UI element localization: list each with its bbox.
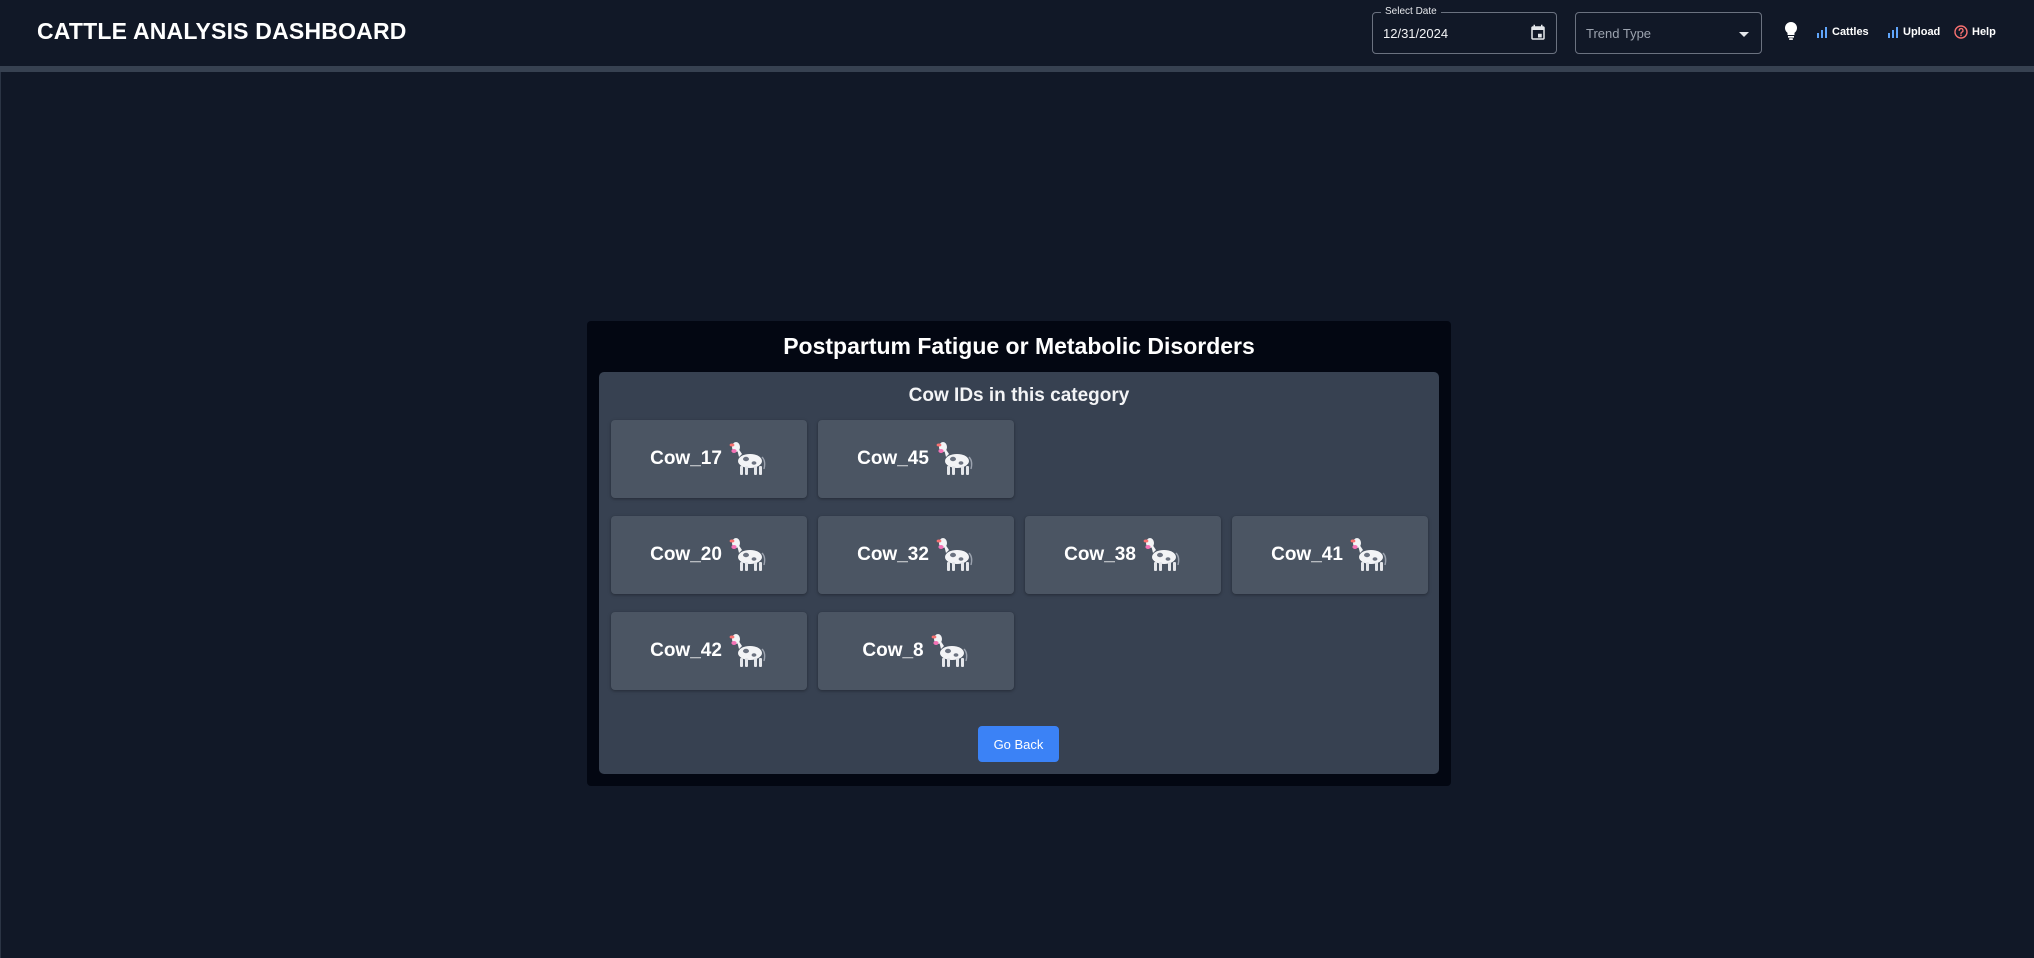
cow-icon [729, 634, 766, 667]
cow-list-panel: Cow IDs in this category Cow_17 Cow_45 C… [599, 372, 1439, 774]
lightbulb-icon[interactable] [1783, 21, 1799, 41]
help-circle-icon [1954, 25, 1968, 39]
cow-card[interactable]: Cow_32 [818, 516, 1014, 594]
nav-upload-label: Upload [1903, 26, 1941, 38]
cow-card[interactable]: Cow_45 [818, 420, 1014, 498]
cow-icon [936, 442, 973, 475]
cow-id-label: Cow_8 [862, 640, 924, 661]
date-picker-field[interactable]: Select Date 12/31/2024 [1372, 6, 1557, 54]
cow-card[interactable]: Cow_17 [611, 420, 807, 498]
nav-cattles-label: Cattles [1832, 26, 1869, 38]
cow-card[interactable]: Cow_38 [1025, 516, 1221, 594]
header-divider [0, 66, 2034, 72]
panel-subtitle: Cow IDs in this category [908, 385, 1130, 406]
bar-chart-icon [1888, 27, 1898, 38]
cow-id-label: Cow_38 [1064, 544, 1136, 565]
cow-icon [729, 538, 766, 571]
nav-cattles-link[interactable]: Cattles [1816, 24, 1869, 40]
category-modal: Postpartum Fatigue or Metabolic Disorder… [587, 321, 1451, 786]
nav-help-label: Help [1972, 26, 1996, 38]
calendar-icon[interactable] [1529, 24, 1547, 42]
cow-id-label: Cow_17 [650, 448, 722, 469]
cow-id-label: Cow_41 [1271, 544, 1343, 565]
app-title: CATTLE ANALYSIS DASHBOARD [37, 18, 407, 44]
cow-icon [729, 442, 766, 475]
cow-id-label: Cow_32 [857, 544, 929, 565]
date-picker-label: Select Date [1381, 6, 1441, 18]
modal-title: Postpartum Fatigue or Metabolic Disorder… [783, 333, 1255, 359]
nav-help-link[interactable]: Help [1954, 24, 1996, 40]
cow-id-label: Cow_42 [650, 640, 722, 661]
cow-icon [1143, 538, 1180, 571]
cow-icon [931, 634, 967, 667]
date-picker-value[interactable]: 12/31/2024 [1383, 26, 1448, 41]
chevron-down-icon[interactable] [1739, 32, 1749, 37]
cow-card[interactable]: Cow_8 [818, 612, 1014, 690]
nav-upload-link[interactable]: Upload [1887, 24, 1940, 40]
cow-card[interactable]: Cow_42 [611, 612, 807, 690]
cow-id-label: Cow_45 [857, 448, 929, 469]
cow-card[interactable]: Cow_20 [611, 516, 807, 594]
bar-chart-icon [1817, 27, 1827, 38]
trend-type-placeholder: Trend Type [1586, 26, 1652, 41]
left-edge-divider [0, 72, 1, 958]
cow-card[interactable]: Cow_41 [1232, 516, 1428, 594]
go-back-button[interactable]: Go Back [978, 726, 1059, 762]
cow-icon [936, 538, 973, 571]
trend-type-select[interactable]: Trend Type [1575, 12, 1762, 54]
cow-id-label: Cow_20 [650, 544, 722, 565]
cow-icon [1350, 538, 1387, 571]
top-app-bar: CATTLE ANALYSIS DASHBOARD Select Date 12… [0, 0, 2034, 66]
